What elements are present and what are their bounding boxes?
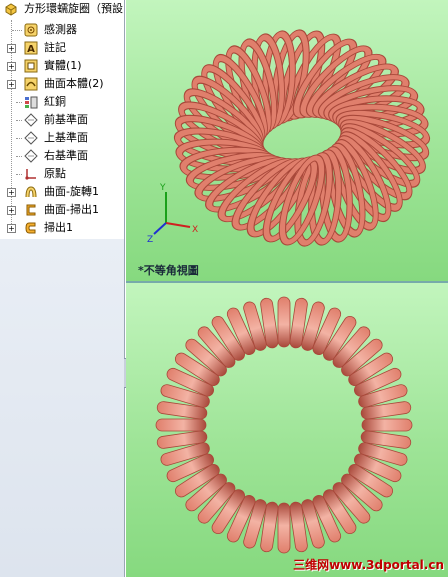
coil-turn xyxy=(277,296,291,348)
coil-turn xyxy=(155,418,207,432)
tree-item-surface-bodies[interactable]: + 曲面本體(2) xyxy=(0,75,124,93)
solid-bodies-icon xyxy=(24,59,38,73)
isometric-viewport[interactable]: Y X Z *不等角視圖 xyxy=(126,0,448,283)
surface-sweep-icon xyxy=(26,204,36,216)
annotation-icon: A xyxy=(24,41,38,55)
plane-icon xyxy=(24,131,38,145)
part-icon xyxy=(5,3,17,16)
surface-bodies-icon xyxy=(24,77,38,91)
tree-guide-line xyxy=(16,156,22,157)
coil-turn xyxy=(277,502,291,554)
tree-item-label: 註記 xyxy=(44,41,66,54)
axis-triad: Y X Z xyxy=(147,183,198,245)
tree-guide-line xyxy=(12,30,22,31)
front-viewport[interactable]: 三维网www.3dportal.cn xyxy=(126,283,448,577)
z-axis-line xyxy=(153,222,167,235)
tree-empty-area xyxy=(0,239,124,577)
tree-item-solid-bodies[interactable]: + 實體(1) xyxy=(0,57,124,75)
tree-item-annotations[interactable]: + A 註記 xyxy=(0,39,124,57)
tree-item-label: 紅銅 xyxy=(44,95,66,108)
tree-root-label: 方形環蠕旋圈（預設 xyxy=(24,2,123,15)
tree-item-label: 掃出1 xyxy=(44,221,73,234)
tree-item-label: 右基準面 xyxy=(44,149,88,162)
tree-item-label: 實體(1) xyxy=(44,59,82,72)
tree-item-label: 曲面本體(2) xyxy=(44,77,104,90)
tree-guide-line xyxy=(16,120,22,121)
plane-icon xyxy=(24,113,38,127)
z-axis-label: Z xyxy=(147,235,153,245)
tree-item-label: 原點 xyxy=(44,167,66,180)
watermark: 三维网www.3dportal.cn xyxy=(293,558,444,572)
tree-item-label: 上基準面 xyxy=(44,131,88,144)
material-icon xyxy=(25,96,38,109)
tree-item-label: 前基準面 xyxy=(44,113,88,126)
tree-item-surface-sweep[interactable]: + 曲面-掃出1 xyxy=(0,201,124,219)
coil-model-front[interactable] xyxy=(126,283,448,577)
expand-toggle[interactable]: + xyxy=(7,44,16,53)
sensor-icon xyxy=(24,23,38,37)
sweep-icon xyxy=(25,222,36,234)
tree-item-surface-revolve[interactable]: + 曲面-旋轉1 xyxy=(0,183,124,201)
feature-manager-tree: 方形環蠕旋圈（預設 感測器 + A 註記 + 實體(1) + 曲面本體(2) 紅… xyxy=(0,0,125,577)
surface-revolve-icon xyxy=(25,186,37,198)
expand-toggle[interactable]: + xyxy=(7,188,16,197)
view-orientation-label: *不等角視圖 xyxy=(138,264,199,277)
tree-guide-line xyxy=(16,138,22,139)
tree-item-sweep[interactable]: + 掃出1 xyxy=(0,219,124,237)
coil-turn xyxy=(361,418,413,432)
tree-guide-line xyxy=(16,102,22,103)
svg-text:A: A xyxy=(27,44,35,55)
tree-item-label: 感測器 xyxy=(44,23,77,36)
x-axis-line xyxy=(165,222,191,228)
plane-icon xyxy=(24,149,38,163)
expand-toggle[interactable]: + xyxy=(7,80,16,89)
tree-content-area: 方形環蠕旋圈（預設 感測器 + A 註記 + 實體(1) + 曲面本體(2) 紅… xyxy=(0,0,124,239)
y-axis-label: Y xyxy=(159,183,166,193)
origin-icon xyxy=(25,169,36,180)
x-axis-label: X xyxy=(192,225,198,235)
expand-toggle[interactable]: + xyxy=(7,206,16,215)
tree-item-label: 曲面-掃出1 xyxy=(44,203,99,216)
tree-item-label: 曲面-旋轉1 xyxy=(44,185,99,198)
expand-toggle[interactable]: + xyxy=(7,62,16,71)
tree-guide-line xyxy=(16,174,22,175)
expand-toggle[interactable]: + xyxy=(7,224,16,233)
